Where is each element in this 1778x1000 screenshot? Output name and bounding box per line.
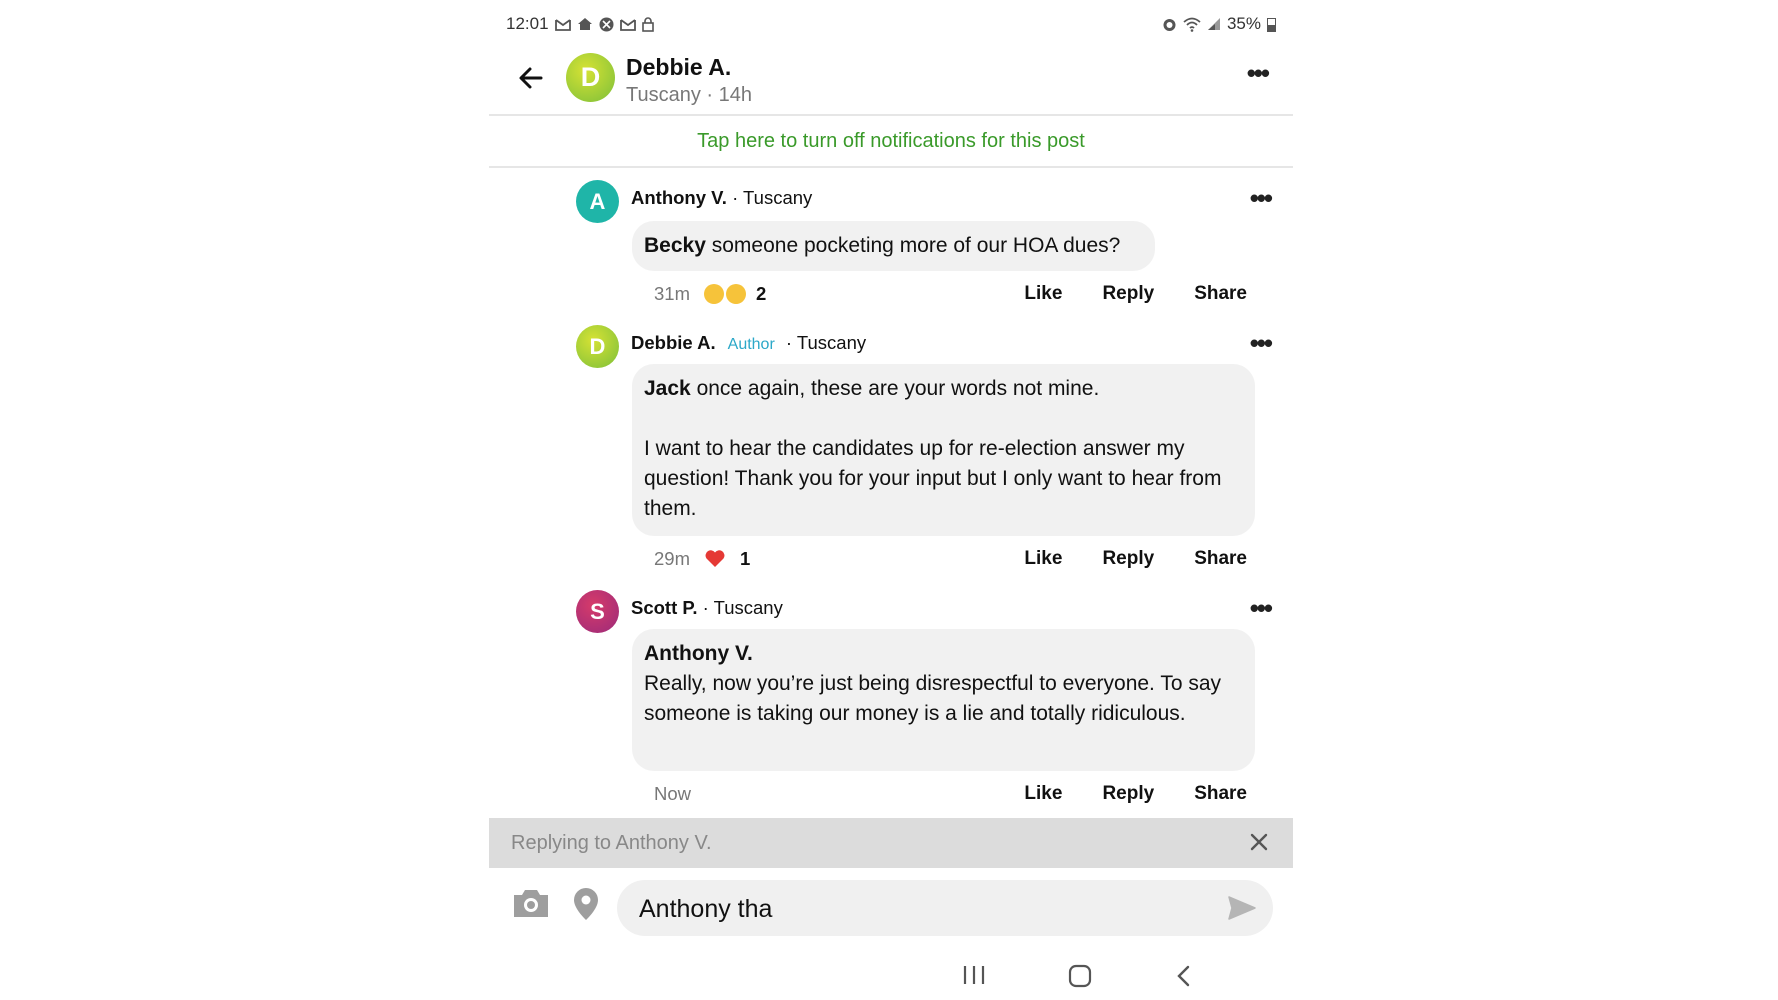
- reaction-count[interactable]: 2: [756, 283, 766, 305]
- replying-to-label: Replying to Anthony V.: [511, 832, 712, 854]
- comment-time: 29m: [654, 548, 690, 569]
- share-button[interactable]: Share: [1194, 548, 1247, 570]
- reply-button[interactable]: Reply: [1102, 783, 1154, 805]
- back-nav-icon[interactable]: [1173, 964, 1195, 988]
- comment-author[interactable]: Scott P.: [631, 597, 697, 618]
- comment-actions: Like Reply Share: [1024, 283, 1247, 305]
- like-button[interactable]: Like: [1024, 283, 1062, 305]
- mention[interactable]: Jack: [644, 377, 691, 400]
- heart-icon[interactable]: [704, 549, 726, 569]
- astonished-emoji-icon[interactable]: [704, 284, 724, 304]
- alarm-icon: [1163, 18, 1176, 31]
- comment-text: someone pocketing more of our HOA dues?: [711, 234, 1121, 257]
- comment-meta: 29m 1: [654, 548, 750, 570]
- laughing-emoji-icon[interactable]: [726, 284, 746, 304]
- location-pin-icon[interactable]: [571, 886, 601, 922]
- gmail-icon: [554, 18, 571, 31]
- comment-text: I want to hear the candidates up for re-…: [644, 437, 1222, 520]
- comment-header: Scott P. · Tuscany: [631, 597, 783, 619]
- avatar[interactable]: S: [576, 590, 619, 633]
- reply-button[interactable]: Reply: [1102, 283, 1154, 305]
- comment-actions: Like Reply Share: [1024, 548, 1247, 570]
- status-bar: 12:01 35%: [506, 14, 1276, 36]
- comment-author[interactable]: Anthony V.: [631, 187, 727, 208]
- comment-location: · Tuscany: [780, 332, 867, 353]
- comment-more-options-icon[interactable]: •••: [1250, 595, 1273, 621]
- app-screen: 12:01 35% D Debbie A. Tuscany · 14h ••• …: [489, 0, 1293, 1000]
- post-subtitle: Tuscany · 14h: [626, 84, 752, 106]
- app-icon: [599, 17, 614, 31]
- mention[interactable]: Becky: [644, 234, 706, 257]
- lock-icon: [641, 16, 654, 32]
- comment-input[interactable]: [637, 888, 1201, 930]
- avatar[interactable]: A: [576, 180, 619, 223]
- back-arrow-icon[interactable]: [513, 60, 549, 96]
- comment-bubble: Anthony V. Really, now you’re just being…: [632, 629, 1255, 771]
- like-button[interactable]: Like: [1024, 548, 1062, 570]
- author-badge: Author: [727, 336, 775, 353]
- comment-time: Now: [654, 783, 692, 804]
- wifi-icon: [1183, 17, 1201, 32]
- status-time: 12:01: [506, 14, 549, 33]
- comment-more-options-icon[interactable]: •••: [1250, 330, 1273, 356]
- signal-icon: [1207, 18, 1220, 30]
- comment-actions: Like Reply Share: [1024, 783, 1247, 805]
- replying-banner: Replying to Anthony V.: [489, 818, 1293, 868]
- battery-percent: 35%: [1226, 14, 1261, 33]
- comment-input-container: [617, 880, 1273, 936]
- divider: [489, 166, 1293, 168]
- comment-meta: Now: [654, 783, 691, 805]
- comment-location: · Tuscany: [697, 597, 783, 618]
- comment-meta: 31m 2: [654, 283, 766, 305]
- close-icon[interactable]: [1247, 830, 1271, 854]
- send-icon[interactable]: [1227, 894, 1257, 922]
- post-more-options-icon[interactable]: •••: [1247, 60, 1270, 86]
- comment-more-options-icon[interactable]: •••: [1250, 185, 1273, 211]
- avatar[interactable]: D: [576, 325, 619, 368]
- gmail-icon: [619, 18, 636, 31]
- comment-text: Really, now you’re just being disrespect…: [644, 672, 1222, 725]
- home-button-icon[interactable]: [1067, 964, 1093, 988]
- divider: [489, 114, 1293, 116]
- comment-location: · Tuscany: [726, 187, 813, 208]
- share-button[interactable]: Share: [1194, 783, 1247, 805]
- reply-button[interactable]: Reply: [1102, 548, 1154, 570]
- home-icon: [577, 18, 592, 30]
- turn-off-notifications-link[interactable]: Tap here to turn off notifications for t…: [489, 130, 1293, 153]
- reaction-count[interactable]: 1: [740, 548, 750, 570]
- like-button[interactable]: Like: [1024, 783, 1062, 805]
- comment-bubble: Becky someone pocketing more of our HOA …: [632, 221, 1155, 271]
- comment-header: Debbie A. Author · Tuscany: [631, 332, 866, 354]
- share-button[interactable]: Share: [1194, 283, 1247, 305]
- battery-icon: [1267, 17, 1276, 32]
- comment-author[interactable]: Debbie A.: [631, 332, 716, 353]
- comment-header: Anthony V. · Tuscany: [631, 187, 812, 209]
- recent-apps-icon[interactable]: [961, 964, 987, 986]
- author-avatar[interactable]: D: [566, 53, 615, 102]
- comment-text: once again, these are your words not min…: [696, 377, 1100, 400]
- mention[interactable]: Anthony V.: [644, 639, 1243, 669]
- camera-icon[interactable]: [511, 886, 551, 920]
- comment-time: 31m: [654, 283, 690, 304]
- comment-bubble: Jack once again, these are your words no…: [632, 364, 1255, 536]
- post-author-name[interactable]: Debbie A.: [626, 54, 731, 81]
